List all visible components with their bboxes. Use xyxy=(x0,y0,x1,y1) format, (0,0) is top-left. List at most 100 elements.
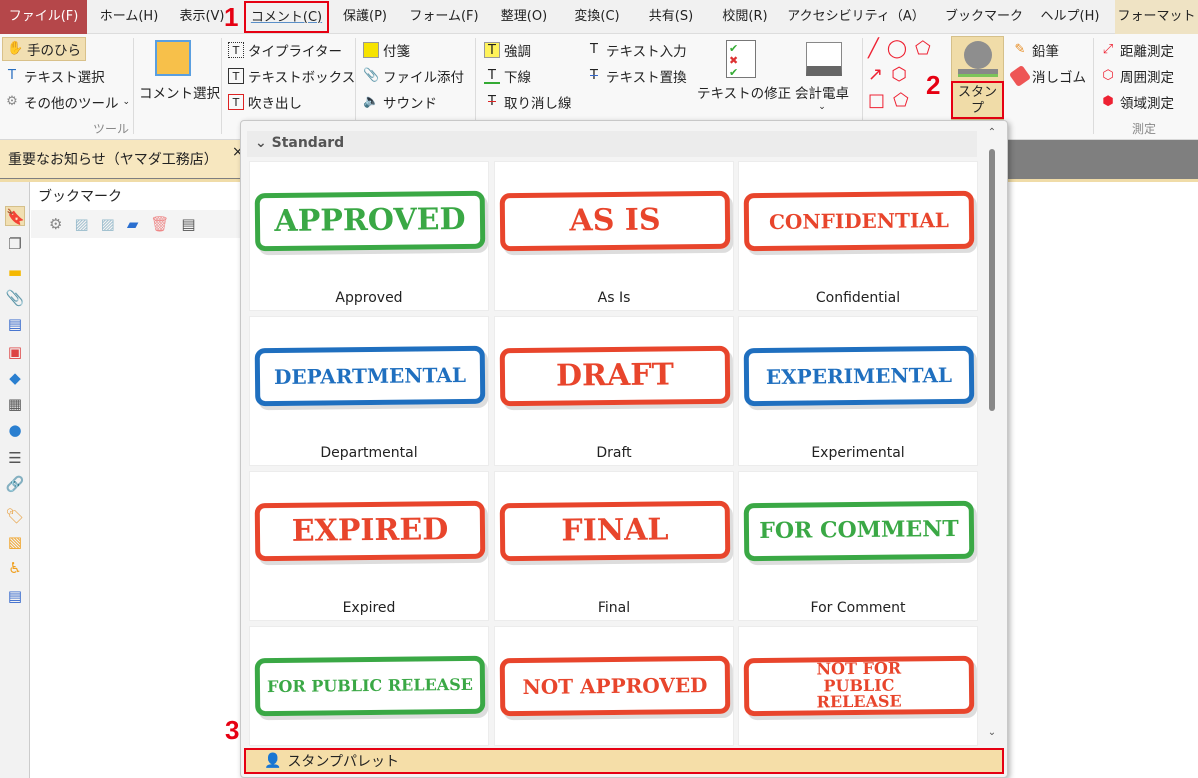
tag-icon[interactable]: 🏷 xyxy=(5,506,25,526)
section-header[interactable]: ⌄ Standard xyxy=(247,131,977,157)
file-attach-button[interactable]: 📎 ファイル添付 xyxy=(363,66,464,86)
annotation-3: 3 xyxy=(225,715,240,745)
shape-tools-3[interactable]: □ ⬠ xyxy=(868,90,909,111)
scroll-up-icon[interactable]: ⌃ xyxy=(985,127,999,138)
document-tab[interactable]: 重要なお知らせ（ヤマダ工務店） × xyxy=(0,140,245,178)
shape-tools[interactable]: ╱ ◯ ⬠ xyxy=(868,38,931,59)
text-fix-button[interactable]: テキストの修正 xyxy=(697,82,791,102)
content-icon[interactable]: ▦ xyxy=(5,394,25,414)
text-replace-button[interactable]: T テキスト置換 xyxy=(586,66,687,86)
perimeter-button[interactable]: ⬡ 周囲測定 xyxy=(1100,66,1174,86)
collapse-icon[interactable]: ▨ xyxy=(101,215,115,233)
text-insert-button[interactable]: T テキスト入力 xyxy=(586,40,687,60)
trash-icon[interactable]: 🗑 xyxy=(150,215,169,233)
accessibility-report-icon[interactable]: ▤ xyxy=(5,586,25,606)
tab-accessibility[interactable]: アクセシビリティ（A） xyxy=(786,0,926,34)
scrollbar-thumb[interactable] xyxy=(989,149,995,411)
scrollbar[interactable]: ⌃ ⌄ xyxy=(985,127,999,747)
tab-view[interactable]: 表示(V) xyxy=(172,0,232,34)
stamp-item[interactable]: DRAFT Draft xyxy=(494,316,734,466)
circle-icon[interactable]: ◯ xyxy=(887,38,907,59)
scroll-down-icon[interactable]: ⌄ xyxy=(985,727,999,738)
stamp-item[interactable]: DEPARTMENTAL Departmental xyxy=(249,316,489,466)
tab-home[interactable]: ホーム(H) xyxy=(92,0,166,34)
callout-button[interactable]: T 吹き出し xyxy=(228,92,302,112)
eraser-button[interactable]: 消しゴム xyxy=(1008,64,1086,88)
order-icon[interactable]: ▧ xyxy=(5,532,25,552)
bookmark-properties-icon[interactable]: ▤ xyxy=(181,215,195,233)
text-select-button[interactable]: T テキスト選択 xyxy=(4,66,105,86)
stamp-item[interactable]: NOT FOR PUBLIC RELEASE xyxy=(738,626,978,746)
annotation-2: 2 xyxy=(926,70,941,100)
stamp-item[interactable]: APPROVED Approved xyxy=(249,161,489,311)
tab-review[interactable]: 校閲(R) xyxy=(712,0,778,34)
tab-protect[interactable]: 保護(P) xyxy=(334,0,396,34)
stamp-dropdown[interactable]: スタンプ⌄ xyxy=(951,81,1004,131)
typewriter-button[interactable]: T タイプライター xyxy=(228,40,342,60)
tab-form[interactable]: フォーム(F) xyxy=(404,0,484,34)
pencil-button[interactable]: ✎ 鉛筆 xyxy=(1012,40,1059,60)
tab-organize[interactable]: 整理(O) xyxy=(490,0,558,34)
polygon-icon[interactable]: ⬠ xyxy=(915,38,931,59)
stamp-icon-base xyxy=(958,69,998,77)
link-icon[interactable]: 🔗 xyxy=(5,474,25,494)
sound-button[interactable]: 🔈 サウンド xyxy=(363,92,437,112)
tab-help[interactable]: ヘルプ(H) xyxy=(1034,0,1106,34)
add-bookmark-icon[interactable]: ▰ xyxy=(127,215,139,233)
textbox-button[interactable]: T テキストボックス xyxy=(228,66,355,86)
stamp-item[interactable]: FOR PUBLIC RELEASE xyxy=(249,626,489,746)
comment-select-button[interactable]: コメント選択 xyxy=(139,82,220,102)
stamp-label: As Is xyxy=(597,290,631,306)
location-icon[interactable]: ● xyxy=(5,420,25,440)
stamp-item[interactable]: NOT APPROVED xyxy=(494,626,734,746)
measure-group-label: 測定 xyxy=(1132,122,1157,136)
text-insert-label: テキスト入力 xyxy=(606,44,687,60)
stamp-item[interactable]: FINAL Final xyxy=(494,471,734,621)
pages-icon[interactable]: ❐ xyxy=(5,234,25,254)
tab-file[interactable]: ファイル(F) xyxy=(0,0,87,34)
tab-share[interactable]: 共有(S) xyxy=(638,0,704,34)
other-tools-button[interactable]: ⚙ その他のツール ⌄ xyxy=(4,92,130,112)
stamp-item[interactable]: FOR COMMENT For Comment xyxy=(738,471,978,621)
navigation-sidebar: 🔖 ❐ ▬ 📎 ▤ ▣ ◆ ▦ ● ☰ 🔗 🏷 ▧ ♿ ▤ xyxy=(0,182,30,778)
layers-doc-icon[interactable]: ▤ xyxy=(5,314,25,334)
underline-button[interactable]: T 下線 xyxy=(484,66,531,86)
strikeout-button[interactable]: T 取り消し線 xyxy=(484,92,571,112)
tab-comment[interactable]: コメント(C) xyxy=(244,1,329,33)
bookmark-icon[interactable]: 🔖 xyxy=(5,206,25,226)
rectangle-icon[interactable]: □ xyxy=(868,90,885,111)
expand-icon[interactable]: ▨ xyxy=(74,215,88,233)
line-icon[interactable]: ╱ xyxy=(868,38,879,59)
stamp-item[interactable]: CONFIDENTIAL Confidential xyxy=(738,161,978,311)
signature-icon[interactable]: ▣ xyxy=(5,342,25,362)
settings-icon[interactable]: ⚙ xyxy=(49,215,62,233)
stamp-item[interactable]: EXPERIMENTAL Experimental xyxy=(738,316,978,466)
stamp-item[interactable]: AS IS As Is xyxy=(494,161,734,311)
accessibility-icon[interactable]: ♿ xyxy=(5,558,25,578)
stamp-label: Expired xyxy=(342,600,396,616)
stamp-label: For Comment xyxy=(810,600,906,616)
comment-icon[interactable]: ▬ xyxy=(5,262,25,282)
arrow-icon[interactable]: ↗ xyxy=(868,64,883,85)
stamp-preview: FINAL xyxy=(499,500,731,562)
attachment-icon[interactable]: 📎 xyxy=(5,288,25,308)
highlight-button[interactable]: T 強調 xyxy=(484,40,531,60)
tab-bookmark[interactable]: ブックマーク xyxy=(940,0,1028,34)
tab-convert[interactable]: 変換(C) xyxy=(564,0,630,34)
stamp-item[interactable]: EXPIRED Expired xyxy=(249,471,489,621)
pentagon-icon[interactable]: ⬠ xyxy=(893,90,909,111)
bookmark-panel-title: ブックマーク xyxy=(38,189,122,205)
calculator-button[interactable]: 会計電卓 ⌄ xyxy=(795,82,849,112)
polyline-icon[interactable]: ⬡ xyxy=(891,64,907,85)
tab-format[interactable]: フォーマット xyxy=(1115,0,1198,34)
distance-button[interactable]: ⤢ 距離測定 xyxy=(1100,40,1174,60)
structure-icon[interactable]: ☰ xyxy=(5,448,25,468)
hand-tool-button[interactable]: ✋ 手のひら xyxy=(2,37,86,61)
shape-tools-2[interactable]: ↗ ⬡ xyxy=(868,64,907,85)
area-button[interactable]: ⬢ 領域測定 xyxy=(1100,92,1174,112)
comment-select-icon xyxy=(155,40,191,76)
layers-icon[interactable]: ◆ xyxy=(5,368,25,388)
stamp-palette-button[interactable]: 👤 スタンプパレット xyxy=(244,748,1004,774)
note-button[interactable]: 付箋 xyxy=(363,40,410,60)
tools-group-label: ツール xyxy=(93,122,130,136)
